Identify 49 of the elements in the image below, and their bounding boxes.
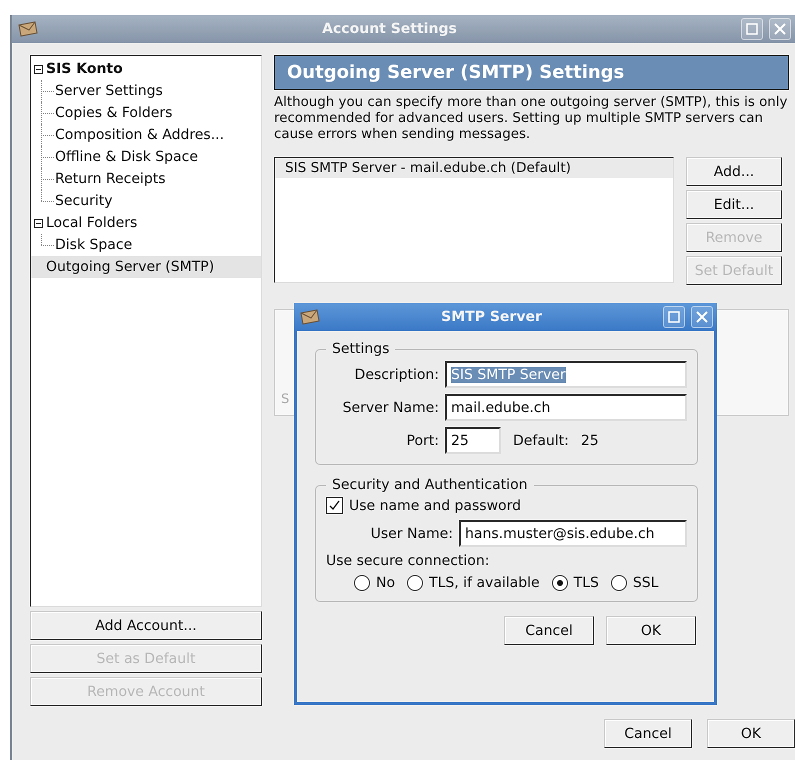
section-header: Outgoing Server (SMTP) Settings (274, 55, 789, 90)
tree-item[interactable]: Outgoing Server (SMTP) (31, 256, 261, 278)
default-port-label: Default: (513, 432, 569, 448)
field-label: User Name: (370, 526, 453, 542)
tree-item[interactable]: Return Receipts (31, 168, 261, 190)
text-field[interactable]: hans.muster@sis.edube.ch (459, 520, 687, 547)
connection-radio[interactable]: TLS (552, 575, 599, 591)
connection-label: Use secure connection: (326, 553, 490, 569)
field-label: Server Name: (342, 400, 439, 416)
field-label: Port: (406, 432, 439, 448)
collapse-icon[interactable] (34, 64, 43, 74)
close-icon[interactable] (774, 23, 786, 35)
connection-radio[interactable]: SSL (610, 575, 658, 591)
group-legend: Security and Authentication (326, 477, 534, 493)
tree-item[interactable]: SIS Konto (31, 58, 261, 80)
tree-item[interactable]: Composition & Addres... (31, 124, 261, 146)
tree-item[interactable]: Server Settings (31, 80, 261, 102)
group-legend: Settings (326, 341, 396, 357)
server-list-item[interactable]: SIS SMTP Server - mail.edube.ch (Default) (275, 158, 673, 178)
port-field[interactable]: 25 (445, 427, 501, 454)
dialog-button[interactable]: Cancel (504, 616, 594, 645)
collapse-icon[interactable] (34, 218, 43, 228)
window-title: Account Settings (321, 21, 458, 37)
dialog-button[interactable]: Cancel (604, 719, 692, 748)
use-password-checkbox[interactable]: Use name and password (326, 497, 687, 514)
tree-item[interactable]: Disk Space (31, 234, 261, 256)
text-field[interactable]: mail.edube.ch (445, 394, 687, 421)
dialog-button[interactable]: OK (707, 719, 795, 748)
server-button[interactable]: Add... (686, 157, 782, 186)
details-text: S (281, 392, 290, 407)
default-port-value: 25 (580, 432, 599, 448)
maximize-icon[interactable] (668, 311, 680, 323)
envelope-icon (300, 309, 320, 325)
connection-radio[interactable]: TLS, if available (407, 575, 540, 591)
maximize-icon[interactable] (746, 23, 758, 35)
tree-item[interactable]: Local Folders (31, 212, 261, 234)
envelope-icon (18, 21, 38, 37)
dialog-title: SMTP Server (440, 309, 543, 325)
description-text: Although you can specify more than one outgoing server (SMTP), this is only recommended for advanced users. Setting up multiple SMTP servers can cause errors when sending messages. (274, 95, 788, 143)
account-button[interactable]: Add Account... (30, 611, 262, 640)
close-icon[interactable] (696, 311, 708, 323)
tree-item[interactable]: Security (31, 190, 261, 212)
tree-item[interactable]: Copies & Folders (31, 102, 261, 124)
connection-radio[interactable]: No (354, 575, 396, 591)
server-button[interactable]: Edit... (686, 190, 782, 219)
dialog-button[interactable]: OK (606, 616, 696, 645)
field-label: Description: (354, 366, 439, 382)
checkmark-icon (329, 500, 340, 511)
tree-item[interactable]: Offline & Disk Space (31, 146, 261, 168)
